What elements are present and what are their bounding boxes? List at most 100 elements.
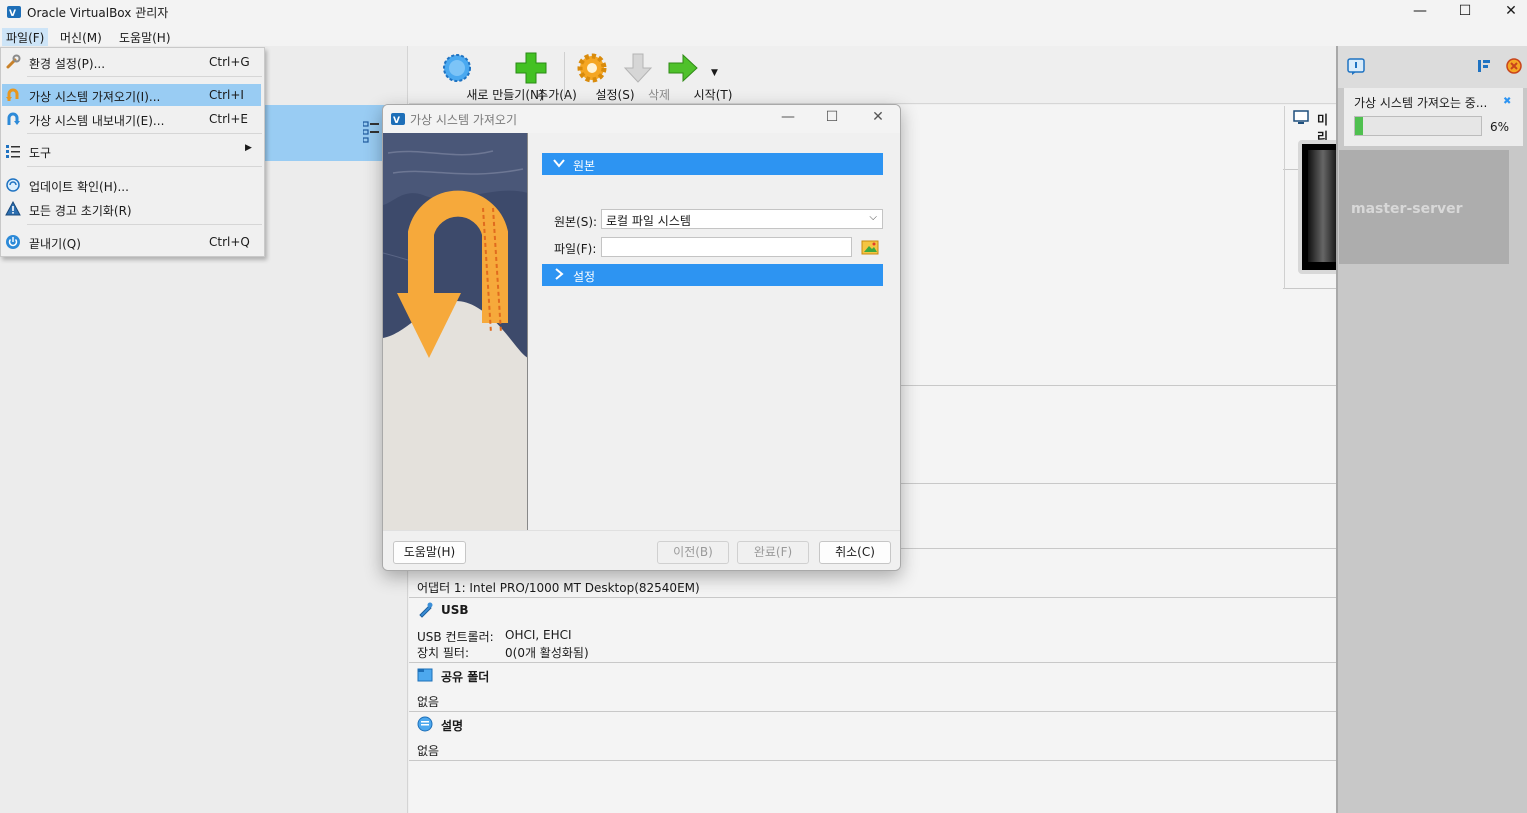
preview-vm-name: master-server [1351,201,1463,217]
description-value: 없음 [417,744,440,758]
settings-section-label: 설정 [573,270,596,284]
back-button[interactable]: 이전(B) [657,541,729,564]
menu-item-label: 모든 경고 초기화(R) [29,204,132,218]
source-select[interactable]: 로컬 파일 시스템 ⌵ [601,209,883,229]
divider [409,597,1336,598]
clear-notifications-icon[interactable] [1505,57,1523,75]
export-icon [7,112,20,125]
finish-button[interactable]: 완료(F) [737,541,809,564]
settings-gear-icon [577,53,607,83]
maximize-button[interactable]: ☐ [1442,0,1488,26]
menu-separator [27,76,262,77]
usb-icon [419,602,433,618]
menu-item-quit[interactable]: 끝내기(Q) Ctrl+Q [2,231,261,253]
dialog-close-button[interactable]: ✕ [863,109,893,129]
settings-section-header[interactable]: 설정 [542,264,883,286]
file-dropdown-menu: 환경 설정(P)... Ctrl+G 가상 시스템 가져오기(I)... Ctr… [0,47,265,257]
shared-folders-section-title[interactable]: 공유 폴더 [441,668,489,685]
close-button[interactable]: ✕ [1488,0,1527,26]
shared-folders-value: 없음 [417,695,440,709]
menu-item-import-appliance[interactable]: 가상 시스템 가져오기(I)... Ctrl+I [2,84,261,106]
window-title: Oracle VirtualBox 관리자 [27,6,169,20]
menu-item-shortcut: Ctrl+G [209,55,250,69]
divider [409,760,1336,761]
menu-machine[interactable]: 머신(M) [56,28,106,47]
description-section-title[interactable]: 설명 [441,717,463,734]
dialog-title: 가상 시스템 가져오기 [410,113,517,127]
start-button[interactable]: 시작(T) [661,46,732,104]
description-icon [417,716,433,732]
source-field-label: 원본(S): [554,215,598,229]
delete-arrow-icon [623,53,653,83]
menu-item-label: 환경 설정(P)... [29,57,106,71]
toolbar: 새로 만들기(N) 추가(A) 설정(S) 삭제 시작(T) ▼ [409,46,1336,104]
source-section-label: 원본 [573,159,596,173]
divider [901,548,1336,549]
usb-controller-label: USB 컨트롤러: [417,630,494,644]
cancel-button[interactable]: 취소(C) [819,541,891,564]
notification-bell-icon[interactable] [1347,58,1365,76]
divider [901,483,1336,484]
menu-separator [27,166,262,167]
menu-item-label: 가상 시스템 가져오기(I)... [29,90,161,104]
menu-item-label: 끝내기(Q) [29,237,81,251]
menu-item-reset-warnings[interactable]: 모든 경고 초기화(R) [2,198,261,220]
monitor-icon [1293,110,1309,124]
import-progress-notification: 가상 시스템 가져오는 중... ✖ 6% [1344,88,1523,146]
choose-file-icon[interactable] [861,238,879,256]
network-adapter-text: 어댑터 1: Intel PRO/1000 MT Desktop(82540EM… [417,581,700,595]
source-section-header[interactable]: 원본 [542,153,883,175]
chevron-down-icon [553,159,565,168]
start-dropdown-arrow-icon[interactable]: ▼ [711,68,718,78]
wrench-icon [6,54,21,69]
dialog-body: 원본 원본(S): 로컬 파일 시스템 ⌵ 파일(F): 설정 [528,133,900,530]
add-vm-button[interactable]: 추가(A) [505,46,577,104]
help-button[interactable]: 도움말(H) [393,541,466,564]
divider [409,711,1336,712]
dialog-titlebar: V 가상 시스템 가져오기 — ☐ ✕ [383,105,900,133]
vm-list-menu-icon[interactable] [363,120,379,144]
menu-item-label: 도구 [29,146,52,160]
usb-section-title[interactable]: USB [441,603,469,617]
window-titlebar: V Oracle VirtualBox 관리자 — ☐ ✕ [0,0,1527,26]
file-path-input[interactable] [601,237,852,257]
virtualbox-logo-icon: V [7,6,21,19]
minimize-button[interactable]: — [1397,0,1443,26]
usb-filters-label: 장치 필터: [417,646,470,660]
menu-separator [27,133,262,134]
menu-item-shortcut: Ctrl+E [209,112,248,126]
menu-help[interactable]: 도움말(H) [115,28,175,47]
sort-icon[interactable] [1476,58,1492,74]
dialog-maximize-button[interactable]: ☐ [817,109,847,129]
menu-file[interactable]: 파일(F) [2,28,49,47]
file-field-label: 파일(F): [554,242,597,256]
preview-gradient [1308,150,1338,262]
import-progress-fill [1355,117,1363,135]
new-vm-icon [443,54,471,82]
cancel-import-icon[interactable]: ✖ [1503,96,1511,107]
menu-item-shortcut: Ctrl+Q [209,235,250,249]
settings-button[interactable]: 설정(S) [569,46,635,104]
submenu-arrow-icon: ▶ [245,143,252,153]
power-icon [6,235,20,249]
menu-item-export-appliance[interactable]: 가상 시스템 내보내기(E)... Ctrl+E [2,108,261,130]
usb-controller-value: OHCI, EHCI [505,628,572,642]
import-icon [6,88,19,101]
menu-item-check-updates[interactable]: 업데이트 확인(H)... [2,174,261,196]
menu-item-label: 가상 시스템 내보내기(E)... [29,114,165,128]
chevron-down-icon: ⌵ [869,212,877,223]
dialog-minimize-button[interactable]: — [773,109,803,129]
delete-button[interactable]: 삭제 [617,46,670,104]
warning-icon [5,201,21,216]
import-appliance-dialog: V 가상 시스템 가져오기 — ☐ ✕ 원본 원본(S): 로컬 파일 시스템 … [382,104,901,571]
new-vm-button[interactable]: 새로 만들기(N) [409,46,544,104]
menu-item-preferences[interactable]: 환경 설정(P)... Ctrl+G [2,51,261,73]
menu-item-label: 업데이트 확인(H)... [29,180,129,194]
notification-title: 가상 시스템 가져오는 중... [1354,96,1488,110]
start-label: 시작(T) [693,88,733,102]
tools-icon [6,145,20,158]
menu-item-tools[interactable]: 도구 ▶ [2,140,261,162]
menu-item-shortcut: Ctrl+I [209,88,244,102]
menubar: 파일(F) 머신(M) 도움말(H) [0,26,1527,47]
import-wizard-illustration [383,133,527,530]
